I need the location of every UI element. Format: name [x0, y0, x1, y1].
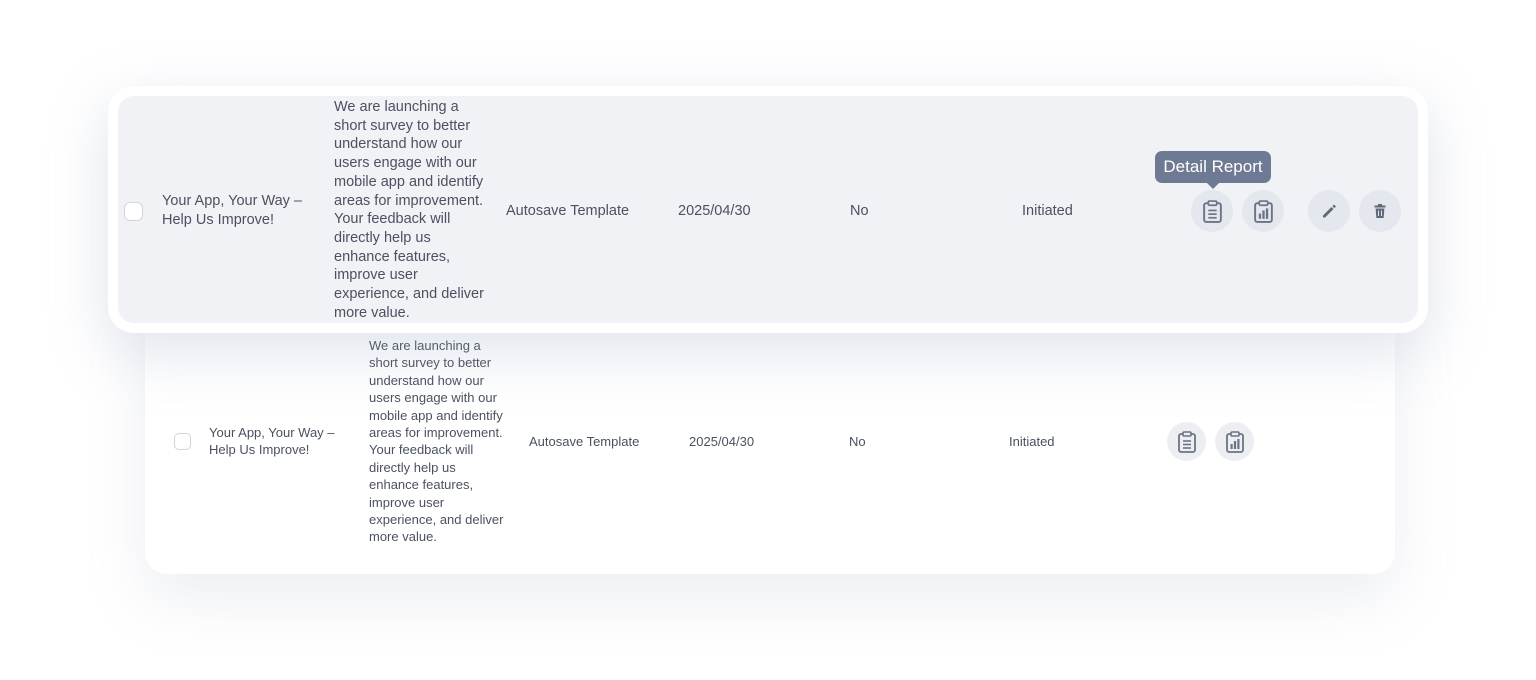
survey-status: Initiated [1022, 203, 1073, 219]
table-row[interactable]: Your App, Your Way – Help Us Improve! We… [118, 96, 1418, 323]
row-checkbox[interactable] [174, 433, 191, 450]
edit-button[interactable] [1308, 190, 1350, 232]
survey-status: Initiated [1009, 434, 1055, 449]
survey-date: 2025/04/30 [678, 203, 751, 219]
survey-description: We are launching a short survey to bette… [334, 99, 484, 321]
survey-flag: No [849, 434, 866, 449]
row-checkbox[interactable] [124, 202, 143, 221]
survey-flag: No [850, 203, 869, 219]
highlighted-row-card: Your App, Your Way – Help Us Improve! We… [108, 86, 1428, 333]
chart-report-button[interactable] [1242, 190, 1284, 232]
survey-description: We are launching a short survey to bette… [369, 338, 504, 545]
clipboard-icon [1202, 199, 1222, 223]
survey-template: Autosave Template [529, 434, 640, 449]
table-stage: Your App, Your Way – Help Us Improve! We… [0, 0, 1536, 680]
clipboard-icon [1177, 430, 1196, 453]
survey-date: 2025/04/30 [689, 434, 755, 449]
survey-name: Your App, Your Way – Help Us Improve! [162, 193, 303, 228]
clipboard-chart-icon [1225, 430, 1244, 453]
trash-icon [1374, 204, 1386, 218]
chart-report-button[interactable] [1215, 422, 1254, 461]
pencil-icon [1323, 204, 1336, 218]
survey-table: Your App, Your Way – Help Us Improve! We… [145, 300, 1395, 574]
survey-name: Your App, Your Way – Help Us Improve! [209, 425, 335, 457]
detail-report-button[interactable] [1167, 422, 1206, 461]
detail-report-tooltip: Detail Report [1155, 151, 1271, 189]
clipboard-chart-icon [1253, 199, 1273, 223]
survey-template: Autosave Template [506, 203, 630, 219]
delete-button[interactable] [1359, 190, 1401, 232]
detail-report-button[interactable] [1191, 190, 1233, 232]
